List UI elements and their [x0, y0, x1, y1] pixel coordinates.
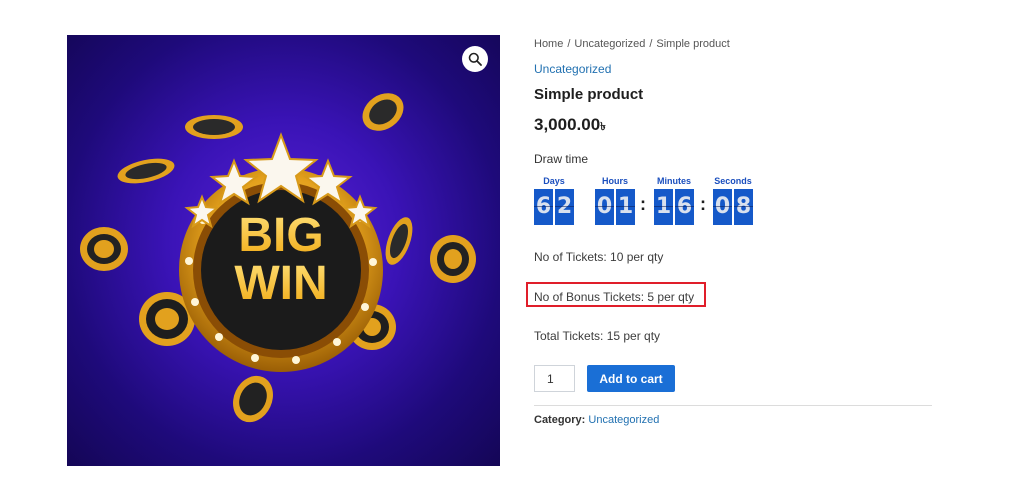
countdown-digit: 1	[654, 189, 673, 225]
casino-chip	[117, 158, 175, 184]
countdown-minutes: Minutes 1 6	[654, 176, 694, 225]
big-win-emblem: BIG WIN	[179, 168, 383, 372]
casino-chip	[185, 115, 243, 139]
countdown-digit: 6	[675, 189, 694, 225]
breadcrumb-home[interactable]: Home	[534, 38, 563, 50]
total-tickets: Total Tickets: 15 per qty	[534, 329, 661, 343]
countdown-days-label: Days	[543, 176, 565, 186]
svg-text:WIN: WIN	[234, 257, 327, 310]
breadcrumb-separator: /	[567, 38, 571, 50]
magnifier-icon	[468, 52, 482, 66]
currency-symbol: ৳	[600, 121, 606, 133]
countdown-colon: :	[700, 194, 706, 214]
product-image[interactable]: BIG WIN	[67, 35, 500, 466]
breadcrumb-separator: /	[649, 38, 653, 50]
countdown-seconds-label: Seconds	[714, 176, 752, 186]
countdown-colon: :	[640, 194, 646, 214]
category-meta-link[interactable]: Uncategorized	[588, 414, 659, 426]
breadcrumb-current: Simple product	[656, 38, 730, 50]
casino-chip	[233, 375, 273, 423]
countdown-minutes-label: Minutes	[656, 176, 691, 186]
quantity-input[interactable]	[534, 365, 575, 392]
add-to-cart-button[interactable]: Add to cart	[587, 365, 675, 392]
big-win-illustration: BIG WIN	[80, 93, 476, 423]
countdown-digit: 6	[534, 189, 553, 225]
category-meta-label: Category:	[534, 414, 586, 426]
product-meta: Category: Uncategorized	[534, 414, 659, 426]
product-price: 3,000.00৳	[534, 115, 606, 137]
casino-chip	[430, 235, 476, 283]
breadcrumb: Home / Uncategorized / Simple product	[534, 38, 730, 50]
casino-chip	[385, 217, 413, 265]
product-title: Simple product	[534, 86, 644, 103]
product-category-link[interactable]: Uncategorized	[534, 62, 611, 76]
zoom-button[interactable]	[462, 46, 488, 72]
countdown-digit: 1	[616, 189, 635, 225]
breadcrumb-category[interactable]: Uncategorized	[574, 38, 645, 50]
highlight-box	[526, 282, 706, 307]
casino-chip	[362, 93, 404, 131]
countdown-seconds: Seconds 0 8	[713, 176, 753, 225]
countdown-hours-label: Hours	[601, 176, 628, 186]
countdown-hours: Hours 0 1	[595, 176, 635, 225]
price-amount: 3,000.00	[534, 115, 601, 134]
countdown-digit: 8	[734, 189, 753, 225]
countdown-days: Days 6 2	[534, 176, 574, 225]
draw-time-label: Draw time	[534, 152, 589, 166]
countdown-digit: 0	[713, 189, 732, 225]
casino-chip	[80, 227, 128, 271]
no-of-tickets: No of Tickets: 10 per qty	[534, 250, 664, 264]
countdown-digit: 0	[595, 189, 614, 225]
svg-text:BIG: BIG	[238, 209, 323, 262]
divider	[534, 405, 932, 406]
countdown-digit: 2	[555, 189, 574, 225]
